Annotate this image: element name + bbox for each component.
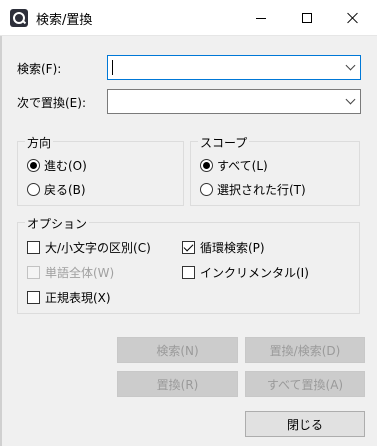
replace-button[interactable]: 置換(R) — [117, 371, 238, 397]
whole-word-label: 単語全体(W) — [45, 265, 115, 280]
radio-unselected-icon[interactable] — [200, 182, 213, 196]
minimize-icon — [256, 17, 266, 19]
find-input[interactable] — [107, 55, 361, 80]
case-sensitive-label: 大/小文字の区別(C) — [45, 240, 151, 255]
close-window-button[interactable] — [330, 0, 376, 36]
text-caret — [112, 60, 113, 75]
replace-find-button[interactable]: 置換/検索(D) — [245, 337, 365, 363]
direction-backward-radio[interactable]: 戻る(B) — [27, 180, 86, 198]
radio-unselected-icon[interactable] — [27, 182, 40, 196]
options-title: オプション — [25, 215, 90, 232]
scope-title: スコープ — [198, 134, 250, 151]
window-title: 検索/置換 — [36, 13, 93, 28]
chevron-down-icon[interactable] — [345, 60, 356, 71]
direction-title: 方向 — [25, 134, 54, 151]
checkbox-icon[interactable] — [27, 290, 40, 304]
maximize-button[interactable] — [284, 0, 330, 36]
replace-all-button[interactable]: すべて置換(A) — [245, 371, 365, 397]
checkbox-checked-icon[interactable] — [182, 240, 195, 254]
whole-word-checkbox: 単語全体(W) — [27, 263, 114, 281]
regex-checkbox[interactable]: 正規表現(X) — [27, 288, 111, 306]
close-button[interactable]: 閉じる — [245, 411, 365, 437]
wrap-search-checkbox[interactable]: 循環検索(P) — [182, 238, 265, 256]
case-sensitive-checkbox[interactable]: 大/小文字の区別(C) — [27, 238, 151, 256]
scope-selected-lines-label: 選択された行(T) — [217, 182, 306, 197]
title-bar: 検索/置換 — [0, 0, 377, 36]
checkbox-icon — [27, 265, 40, 279]
checkbox-icon[interactable] — [182, 265, 195, 279]
scope-all-label: すべて(L) — [217, 158, 268, 173]
chevron-down-icon[interactable] — [345, 94, 356, 105]
incremental-checkbox[interactable]: インクリメンタル(I) — [182, 263, 309, 281]
direction-forward-label: 進む(O) — [44, 158, 87, 173]
direction-forward-radio[interactable]: 進む(O) — [27, 156, 87, 174]
maximize-icon — [302, 13, 312, 23]
scope-all-radio[interactable]: すべて(L) — [200, 156, 268, 174]
find-label: 検索(F): — [17, 62, 62, 76]
incremental-label: インクリメンタル(I) — [200, 265, 309, 280]
find-button[interactable]: 検索(N) — [117, 337, 238, 363]
radio-selected-icon[interactable] — [27, 158, 40, 172]
app-icon — [10, 9, 28, 27]
regex-label: 正規表現(X) — [45, 290, 111, 305]
scope-selected-lines-radio[interactable]: 選択された行(T) — [200, 180, 306, 198]
minimize-button[interactable] — [238, 0, 284, 36]
window-edge — [0, 36, 2, 446]
wrap-search-label: 循環検索(P) — [200, 240, 265, 255]
direction-backward-label: 戻る(B) — [44, 182, 86, 197]
close-icon — [347, 12, 359, 24]
replace-input[interactable] — [107, 89, 361, 114]
checkbox-icon[interactable] — [27, 240, 40, 254]
replace-label: 次で置換(E): — [17, 96, 86, 110]
radio-selected-icon[interactable] — [200, 158, 213, 172]
